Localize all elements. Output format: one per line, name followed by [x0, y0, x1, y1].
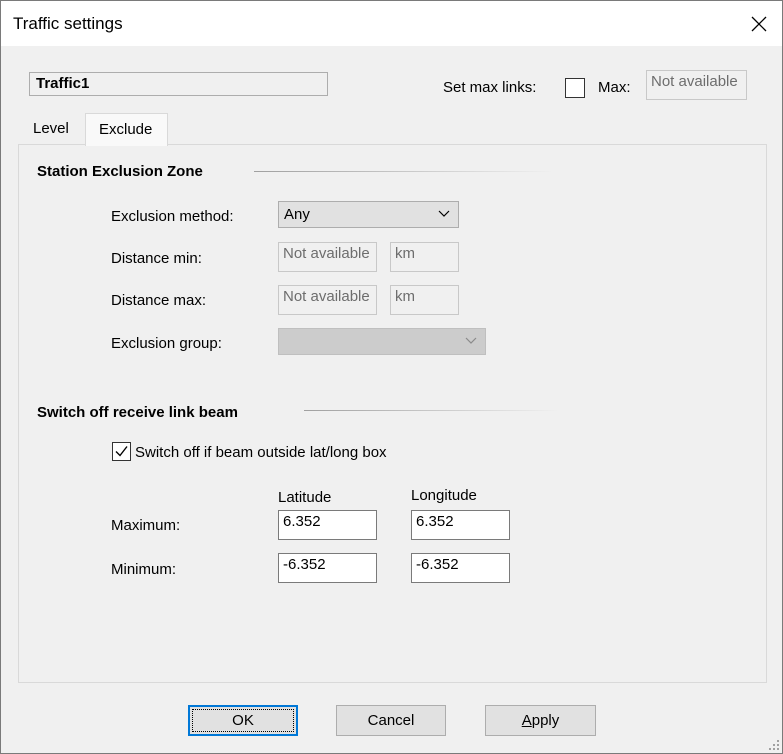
- focus-rectangle: [192, 709, 294, 732]
- chevron-down-icon: [465, 337, 477, 344]
- exclusion-group-label: Exclusion group:: [111, 335, 222, 352]
- max-links-checkbox[interactable]: [565, 78, 585, 98]
- exclusion-method-label: Exclusion method:: [111, 208, 234, 225]
- close-icon: [751, 16, 767, 31]
- latitude-header: Latitude: [278, 489, 332, 506]
- switch-off-title: Switch off receive link beam: [37, 404, 238, 421]
- tab-exclude[interactable]: Exclude: [85, 113, 168, 146]
- max-label: Max:: [598, 79, 631, 96]
- exclusion-method-dropdown[interactable]: Any: [278, 201, 459, 228]
- distance-min-field[interactable]: Not available: [278, 242, 377, 272]
- switch-off-checkbox[interactable]: [112, 442, 131, 461]
- set-max-links-label: Set max links:: [443, 79, 537, 96]
- distance-max-field[interactable]: Not available: [278, 285, 377, 315]
- cancel-button[interactable]: Cancel: [336, 705, 446, 736]
- distance-max-label: Distance max:: [111, 292, 207, 309]
- checkmark-icon: [115, 446, 128, 457]
- section-divider: [254, 171, 554, 172]
- min-latitude-input[interactable]: -6.352: [278, 553, 377, 583]
- switch-off-checkbox-label[interactable]: Switch off if beam outside lat/long box: [135, 444, 387, 461]
- max-links-field[interactable]: Not available: [646, 70, 747, 100]
- tab-level[interactable]: Level: [33, 120, 69, 137]
- exclude-tab-panel: Station Exclusion Zone Exclusion method:…: [18, 144, 767, 683]
- apply-button[interactable]: Apply: [485, 705, 596, 736]
- ok-button[interactable]: OK: [188, 705, 298, 736]
- exclusion-group-dropdown[interactable]: [278, 328, 486, 355]
- close-button[interactable]: [736, 1, 782, 46]
- section-divider: [304, 410, 559, 411]
- title-bar: Traffic settings: [1, 1, 782, 46]
- station-exclusion-title: Station Exclusion Zone: [37, 163, 203, 180]
- apply-button-label: pply: [531, 712, 560, 729]
- window-title: Traffic settings: [13, 14, 123, 33]
- distance-min-label: Distance min:: [111, 250, 202, 267]
- longitude-header: Longitude: [411, 487, 477, 504]
- distance-max-unit: km: [390, 285, 459, 315]
- max-latitude-input[interactable]: 6.352: [278, 510, 377, 540]
- traffic-settings-dialog: Traffic settings Traffic1 Set max links:…: [0, 0, 783, 754]
- min-longitude-input[interactable]: -6.352: [411, 553, 510, 583]
- maximum-label: Maximum:: [111, 517, 181, 534]
- minimum-label: Minimum:: [111, 561, 177, 578]
- cancel-button-label: Cancel: [367, 712, 415, 729]
- distance-min-unit: km: [390, 242, 459, 272]
- chevron-down-icon: [438, 210, 450, 217]
- resize-grip-icon[interactable]: [768, 739, 780, 751]
- max-longitude-input[interactable]: 6.352: [411, 510, 510, 540]
- apply-button-mnemonic: A: [521, 712, 532, 729]
- exclusion-method-value: Any: [284, 206, 310, 223]
- traffic-name-field: Traffic1: [29, 72, 328, 96]
